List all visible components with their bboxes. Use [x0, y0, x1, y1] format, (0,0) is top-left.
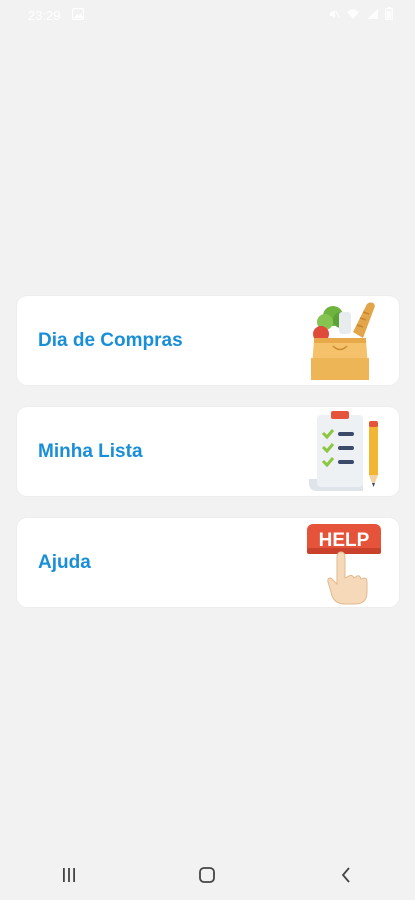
gallery-notification-icon — [72, 8, 84, 20]
home-button[interactable] — [177, 855, 237, 895]
status-bar: 23:29 — [0, 0, 415, 34]
menu-item-label: Minha Lista — [38, 440, 143, 462]
wifi-icon — [347, 9, 359, 19]
menu-item-dia-de-compras[interactable]: Dia de Compras — [17, 296, 399, 385]
status-time: 23:29 — [28, 8, 61, 23]
signal-icon — [367, 8, 378, 19]
recent-apps-button[interactable] — [39, 855, 99, 895]
help-hand-icon: HELP — [307, 524, 381, 605]
grocery-bag-icon — [311, 302, 375, 380]
battery-icon — [385, 7, 393, 20]
recent-apps-icon — [63, 868, 76, 882]
menu-item-label: Ajuda — [38, 551, 91, 573]
back-button[interactable] — [316, 855, 376, 895]
status-icons — [328, 7, 393, 20]
main-menu: Dia de Compras Minha Lista Ajuda HELP — [17, 296, 399, 629]
menu-item-label: Dia de Compras — [38, 329, 183, 351]
help-badge-text: HELP — [319, 530, 370, 551]
checklist-icon — [309, 411, 378, 491]
menu-item-minha-lista[interactable]: Minha Lista — [17, 407, 399, 496]
navigation-bar — [0, 850, 415, 900]
home-icon — [199, 867, 216, 883]
back-icon — [341, 867, 350, 883]
menu-item-ajuda[interactable]: Ajuda HELP — [17, 518, 399, 607]
mute-icon — [330, 9, 340, 18]
